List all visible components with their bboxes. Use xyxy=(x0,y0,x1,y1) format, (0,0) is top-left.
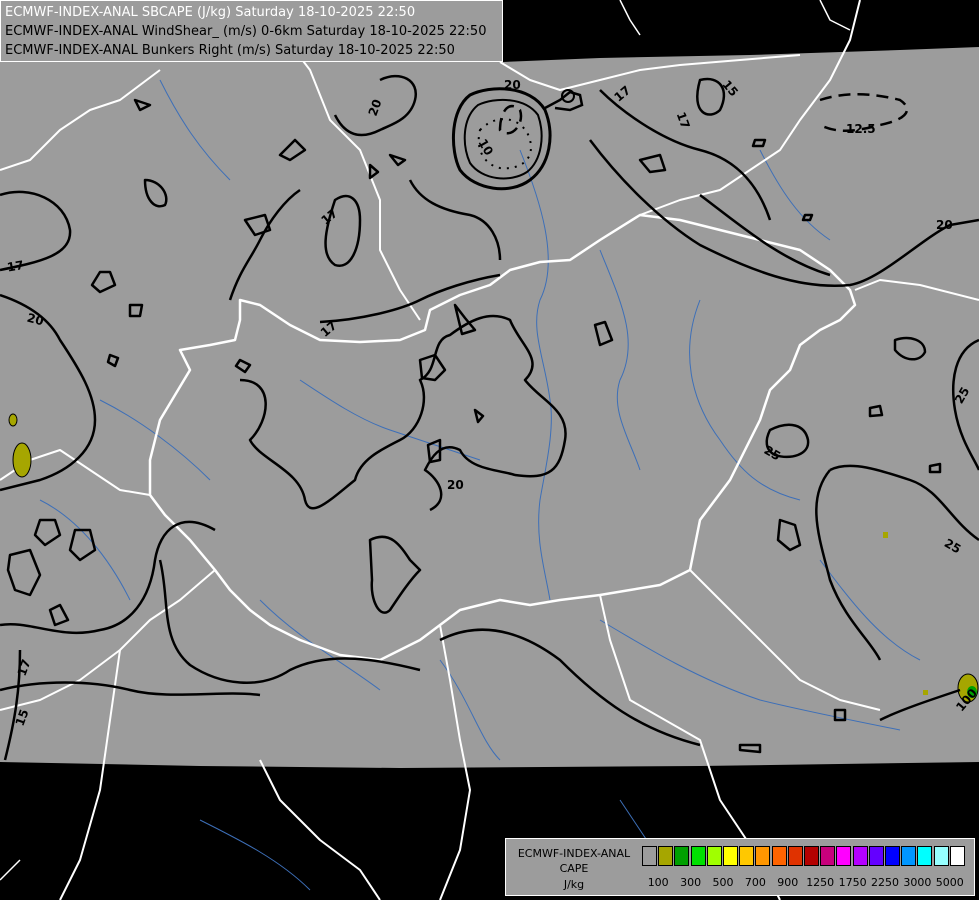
legend-swatch xyxy=(917,846,933,866)
legend-swatch xyxy=(642,846,657,866)
legend-swatch xyxy=(901,846,917,866)
legend-swatch xyxy=(739,846,755,866)
weather-map: 20 20 20 20 20 17 17 17 17 17 17 15 15 1… xyxy=(0,0,979,900)
legend-swatch xyxy=(755,846,771,866)
legend-swatch xyxy=(723,846,738,866)
header-line-sbcape: ECMWF-INDEX-ANAL SBCAPE (J/kg) Saturday … xyxy=(5,5,416,20)
legend-tick-label: 300 xyxy=(680,876,702,889)
legend-swatch xyxy=(787,846,803,866)
legend-swatch xyxy=(674,846,690,866)
legend-swatch xyxy=(690,846,706,866)
legend-swatch xyxy=(771,846,787,866)
legend-swatch xyxy=(885,846,900,866)
header-line-bunkers: ECMWF-INDEX-ANAL Bunkers Right (m/s) Sat… xyxy=(5,43,455,58)
contour-label: 20 xyxy=(504,78,521,92)
legend-title: ECMWF-INDEX-ANAL xyxy=(517,847,631,860)
legend-tick-label: 500 xyxy=(712,876,734,889)
contour-label: 20 xyxy=(447,478,464,492)
legend-swatch xyxy=(706,846,722,866)
legend-swatch xyxy=(820,846,836,866)
legend-tick-label: 900 xyxy=(777,876,799,889)
legend-swatch xyxy=(949,846,965,866)
legend-tick-label: 100 xyxy=(647,876,669,889)
map-viewer: 20 20 20 20 20 17 17 17 17 17 17 15 15 1… xyxy=(0,0,979,900)
legend-swatch xyxy=(933,846,949,866)
legend-swatch xyxy=(804,846,819,866)
header-line-windshear: ECMWF-INDEX-ANAL WindShear_ (m/s) 0-6km … xyxy=(5,24,487,39)
legend-tick-label: 1750 xyxy=(838,876,867,889)
legend-swatch xyxy=(836,846,852,866)
header-info-box: ECMWF-INDEX-ANAL SBCAPE (J/kg) Saturday … xyxy=(0,0,503,62)
contour-label: 20 xyxy=(936,218,953,232)
legend-tick-label: 5000 xyxy=(935,876,964,889)
legend-tick-label: 1250 xyxy=(806,876,835,889)
model-domain xyxy=(0,47,979,768)
legend-parameter: CAPE xyxy=(559,862,589,875)
legend-swatch xyxy=(868,846,884,866)
contour-label: 12.5 xyxy=(846,122,876,136)
contour-label: 17 xyxy=(6,258,25,275)
legend-tick-label: 700 xyxy=(744,876,766,889)
cape-legend: ECMWF-INDEX-ANAL CAPE J/kg 100 300 500 700 9… xyxy=(505,838,975,896)
legend-swatch xyxy=(852,846,868,866)
legend-tick-label: 2250 xyxy=(871,876,899,889)
legend-unit: J/kg xyxy=(563,878,585,891)
legend-swatch xyxy=(658,846,674,866)
legend-tick-label: 3000 xyxy=(903,876,932,889)
